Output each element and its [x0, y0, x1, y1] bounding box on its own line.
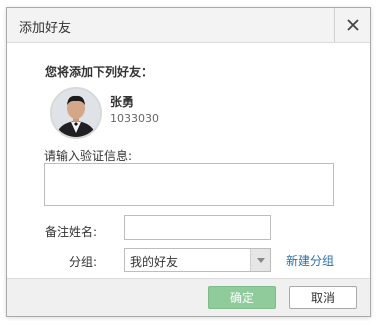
group-selected-value: 我的好友: [130, 255, 179, 269]
dialog-footer: 确定 取消: [7, 278, 370, 316]
friend-id: 1033030: [110, 112, 159, 125]
add-heading: 您将添加下列好友：: [45, 65, 154, 79]
dialog-titlebar: 添加好友: [7, 8, 370, 43]
group-select[interactable]: 我的好友: [124, 248, 271, 272]
group-label: 分组:: [69, 255, 98, 269]
remark-name-input[interactable]: [124, 215, 271, 240]
chevron-down-icon: [256, 257, 265, 263]
friend-name: 张勇: [110, 95, 135, 109]
dropdown-arrow[interactable]: [250, 249, 270, 271]
remark-label: 备注姓名:: [45, 225, 98, 239]
dialog-title: 添加好友: [19, 21, 72, 36]
close-button[interactable]: [334, 8, 370, 42]
confirm-button[interactable]: 确定: [208, 286, 276, 309]
new-group-link[interactable]: 新建分组: [286, 252, 334, 269]
verify-label: 请输入验证信息:: [44, 149, 133, 163]
add-friend-dialog: 添加好友 您将添加下列好友： 张勇 1033030 请输入验证信息: 备注姓名:…: [6, 7, 371, 317]
user-avatar: [50, 87, 102, 139]
close-icon: [346, 19, 359, 31]
verify-message-input[interactable]: [44, 163, 334, 206]
cancel-button[interactable]: 取消: [289, 286, 357, 309]
